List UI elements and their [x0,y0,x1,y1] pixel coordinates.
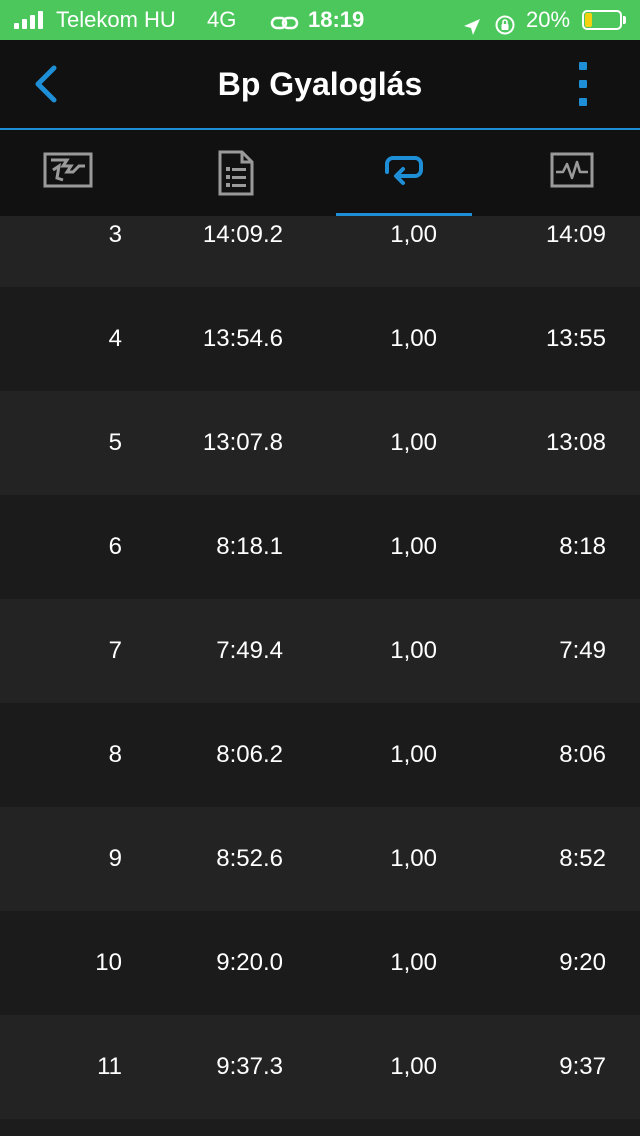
lap-distance: 1,00 [390,533,437,560]
table-row[interactable]: 4 13:54.6 1,00 13:55 [0,287,640,391]
lap-pace: 8:06 [559,741,606,768]
lap-time: 14:09.2 [202,221,283,248]
status-time: 18:19 [308,7,365,32]
laps-loop-icon [385,156,423,185]
lap-pace: 9:20 [559,949,606,976]
more-vertical-icon [579,62,587,70]
lap-number: 7 [108,637,122,664]
lap-time: 13:07.8 [202,429,283,456]
lap-time: 8:18.1 [216,533,283,560]
link-icon [270,8,300,32]
tab-map[interactable] [0,130,136,216]
lap-number: 6 [108,533,122,560]
lap-distance: 1,00 [390,429,437,456]
lap-pace: 14:09 [545,221,606,248]
activity-chart-icon [550,152,594,188]
tab-laps[interactable] [336,130,472,216]
lap-pace: 9:37 [559,1053,606,1080]
lap-time: 9:37.3 [216,1053,283,1080]
rotation-lock-icon [494,9,516,35]
lap-time: 9:20.0 [216,949,283,976]
lap-distance: 1,00 [390,221,437,248]
status-bar: Telekom HU 4G 18:19 20% [0,0,640,40]
lap-time: 8:06.2 [216,741,283,768]
navigation-bar: Bp Gyaloglás [0,40,640,130]
lap-number: 4 [108,325,122,352]
signal-strength-icon [14,11,48,29]
table-row[interactable]: 3 14:09.2 1,00 14:09 [0,216,640,287]
lap-distance: 1,00 [390,845,437,872]
lap-time: 13:54.6 [202,325,283,352]
lap-distance: 1,00 [390,949,437,976]
document-list-icon [218,150,254,196]
table-row[interactable]: 6 8:18.1 1,00 8:18 [0,495,640,599]
lap-number: 9 [108,845,122,872]
table-row[interactable]: 8 8:06.2 1,00 8:06 [0,703,640,807]
table-row[interactable]: 9 8:52.6 1,00 8:52 [0,807,640,911]
map-icon [43,152,93,188]
carrier-name: Telekom HU [56,7,176,32]
lap-distance: 1,00 [390,1053,437,1080]
lap-time: 7:49.4 [216,637,283,664]
chevron-left-icon [35,65,57,103]
battery-percent: 20% [526,7,571,32]
lap-time: 8:52.6 [216,845,283,872]
lap-pace: 7:49 [559,637,606,664]
lap-pace: 8:18 [559,533,606,560]
lap-distance: 1,00 [390,741,437,768]
battery-icon [582,10,628,30]
page-title: Bp Gyaloglás [217,66,423,102]
lap-distance: 1,00 [390,637,437,664]
lap-number: 5 [108,429,122,456]
location-arrow-icon [462,10,482,35]
lap-pace: 13:55 [545,325,606,352]
laps-list[interactable]: 3 14:09.2 1,00 14:09 4 13:54.6 1,00 13:55 5 13:07… [0,216,640,1136]
lap-distance: 1,00 [390,325,437,352]
back-button[interactable] [28,64,68,104]
lap-number: 3 [108,221,122,248]
table-row[interactable]: 7 7:49.4 1,00 7:49 [0,599,640,703]
lap-number: 10 [95,949,122,976]
lap-number: 8 [108,741,122,768]
table-row[interactable]: 11 9:37.3 1,00 9:37 [0,1015,640,1119]
lap-number: 11 [97,1053,122,1080]
tab-charts[interactable] [504,130,640,216]
tab-details[interactable] [168,130,304,216]
lap-pace: 13:08 [545,429,606,456]
lap-pace: 8:52 [559,845,606,872]
table-row[interactable]: 10 9:20.0 1,00 9:20 [0,911,640,1015]
table-row[interactable]: 5 13:07.8 1,00 13:08 [0,391,640,495]
network-type: 4G [207,7,237,32]
tab-bar [0,130,640,217]
more-options-button[interactable] [570,62,598,106]
